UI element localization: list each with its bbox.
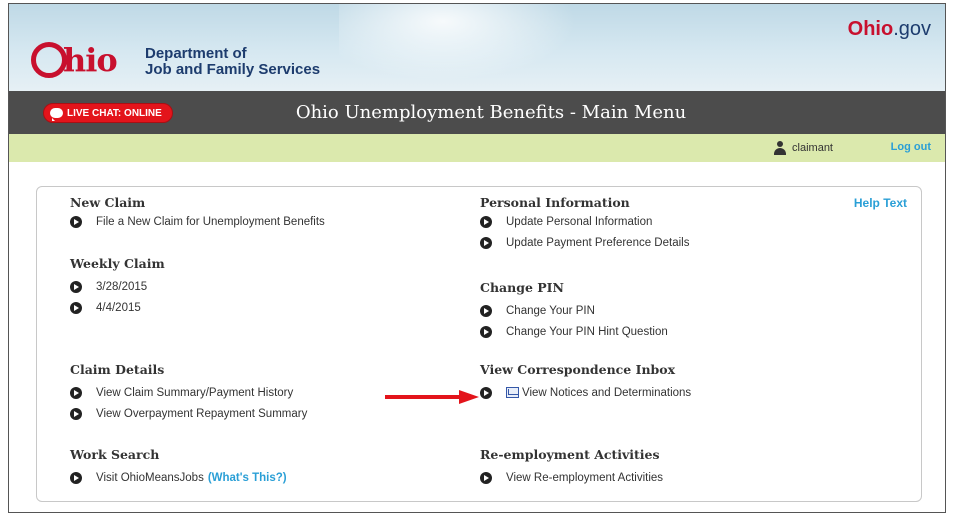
menu-item-ohiomeansjobs[interactable]: Visit OhioMeansJobs (What's This?) <box>70 467 287 488</box>
bullet-arrow-icon <box>480 215 492 228</box>
menu-item-label: File a New Claim for Unemployment Benefi… <box>96 215 325 228</box>
section-new-claim: New Claim File a New Claim for Unemploym… <box>70 195 325 232</box>
menu-item-change-pin-hint[interactable]: Change Your PIN Hint Question <box>480 321 668 342</box>
site-header: hio Department of Job and Family Service… <box>9 4 945 91</box>
menu-item-label: View Notices and Determinations <box>522 386 692 399</box>
menu-item-label: 3/28/2015 <box>96 280 148 293</box>
ohio-gov-suffix: .gov <box>893 18 931 40</box>
section-claim-details: Claim Details View Claim Summary/Payment… <box>70 362 307 424</box>
section-correspondence-inbox: View Correspondence Inbox View Notices a… <box>480 362 691 403</box>
bullet-arrow-icon <box>480 386 492 399</box>
logo-o-ring <box>31 42 67 78</box>
menu-item-update-personal-info[interactable]: Update Personal Information <box>480 211 689 232</box>
section-change-pin: Change PIN Change Your PIN Change Your P… <box>480 280 668 342</box>
ohio-logo[interactable]: hio <box>31 40 118 80</box>
menu-item-week-1[interactable]: 3/28/2015 <box>70 276 165 297</box>
section-heading: New Claim <box>70 195 146 210</box>
menu-item-label: Update Personal Information <box>506 215 653 228</box>
section-personal-information: Personal Information Update Personal Inf… <box>480 195 689 253</box>
section-heading: Change PIN <box>480 280 564 295</box>
section-weekly-claim: Weekly Claim 3/28/2015 4/4/2015 <box>70 256 165 318</box>
person-icon <box>773 141 787 155</box>
bullet-arrow-icon <box>70 386 82 399</box>
envelope-icon <box>506 387 519 398</box>
help-text-link[interactable]: Help Text <box>854 196 907 210</box>
user-bar: claimant Log out <box>9 134 945 162</box>
ohio-gov-ohio: Ohio <box>847 18 894 40</box>
logo-text: hio <box>63 41 118 79</box>
section-heading: Personal Information <box>480 195 630 210</box>
menu-item-view-notices[interactable]: View Notices and Determinations <box>480 382 691 403</box>
menu-item-label: View Claim Summary/Payment History <box>96 386 294 399</box>
bullet-arrow-icon <box>480 471 492 484</box>
page-title: Ohio Unemployment Benefits - Main Menu <box>295 102 687 123</box>
menu-item-label: Change Your PIN Hint Question <box>506 325 668 338</box>
app-window: hio Department of Job and Family Service… <box>8 3 946 513</box>
menu-item-claim-summary[interactable]: View Claim Summary/Payment History <box>70 382 307 403</box>
menu-item-label: Visit OhioMeansJobs <box>96 471 204 484</box>
whats-this-link[interactable]: (What's This?) <box>208 472 287 484</box>
menu-item-overpayment-summary[interactable]: View Overpayment Repayment Summary <box>70 403 307 424</box>
section-heading: Work Search <box>70 447 160 462</box>
menu-item-label: 4/4/2015 <box>96 301 141 314</box>
section-work-search: Work Search Visit OhioMeansJobs (What's … <box>70 447 287 488</box>
menu-item-label: Change Your PIN <box>506 304 595 317</box>
logout-link[interactable]: Log out <box>891 141 931 153</box>
bullet-arrow-icon <box>70 301 82 314</box>
title-bar: LIVE CHAT: ONLINE Ohio Unemployment Bene… <box>9 91 945 134</box>
menu-item-file-new-claim[interactable]: File a New Claim for Unemployment Benefi… <box>70 211 325 232</box>
agency-line-1: Department of <box>145 45 247 62</box>
section-heading: Claim Details <box>70 362 165 377</box>
username: claimant <box>792 142 833 154</box>
bullet-arrow-icon <box>70 280 82 293</box>
bullet-arrow-icon <box>70 407 82 420</box>
menu-item-label: View Overpayment Repayment Summary <box>96 407 308 420</box>
bullet-arrow-icon <box>480 325 492 338</box>
agency-line-2: Job and Family Services <box>145 61 321 78</box>
bullet-arrow-icon <box>480 304 492 317</box>
bullet-arrow-icon <box>70 215 82 228</box>
menu-item-week-2[interactable]: 4/4/2015 <box>70 297 165 318</box>
header-sheen <box>339 4 599 91</box>
menu-item-label: Update Payment Preference Details <box>506 236 690 249</box>
agency-name: Department of Job and Family Services <box>145 46 320 78</box>
section-heading: Weekly Claim <box>70 256 165 271</box>
menu-item-update-payment-preference[interactable]: Update Payment Preference Details <box>480 232 689 253</box>
menu-item-change-pin[interactable]: Change Your PIN <box>480 300 668 321</box>
ohio-gov-link[interactable]: Ohio.gov <box>848 18 931 40</box>
menu-item-view-reemployment[interactable]: View Re-employment Activities <box>480 467 663 488</box>
section-heading: Re-employment Activities <box>480 447 660 462</box>
user-info: claimant <box>773 141 833 155</box>
main-menu-panel: Help Text New Claim File a New Claim for… <box>36 186 922 502</box>
bullet-arrow-icon <box>480 236 492 249</box>
bullet-arrow-icon <box>70 471 82 484</box>
annotation-arrow <box>385 390 479 404</box>
menu-item-label: View Re-employment Activities <box>506 471 664 484</box>
section-heading: View Correspondence Inbox <box>480 362 676 377</box>
section-reemployment-activities: Re-employment Activities View Re-employm… <box>480 447 663 488</box>
